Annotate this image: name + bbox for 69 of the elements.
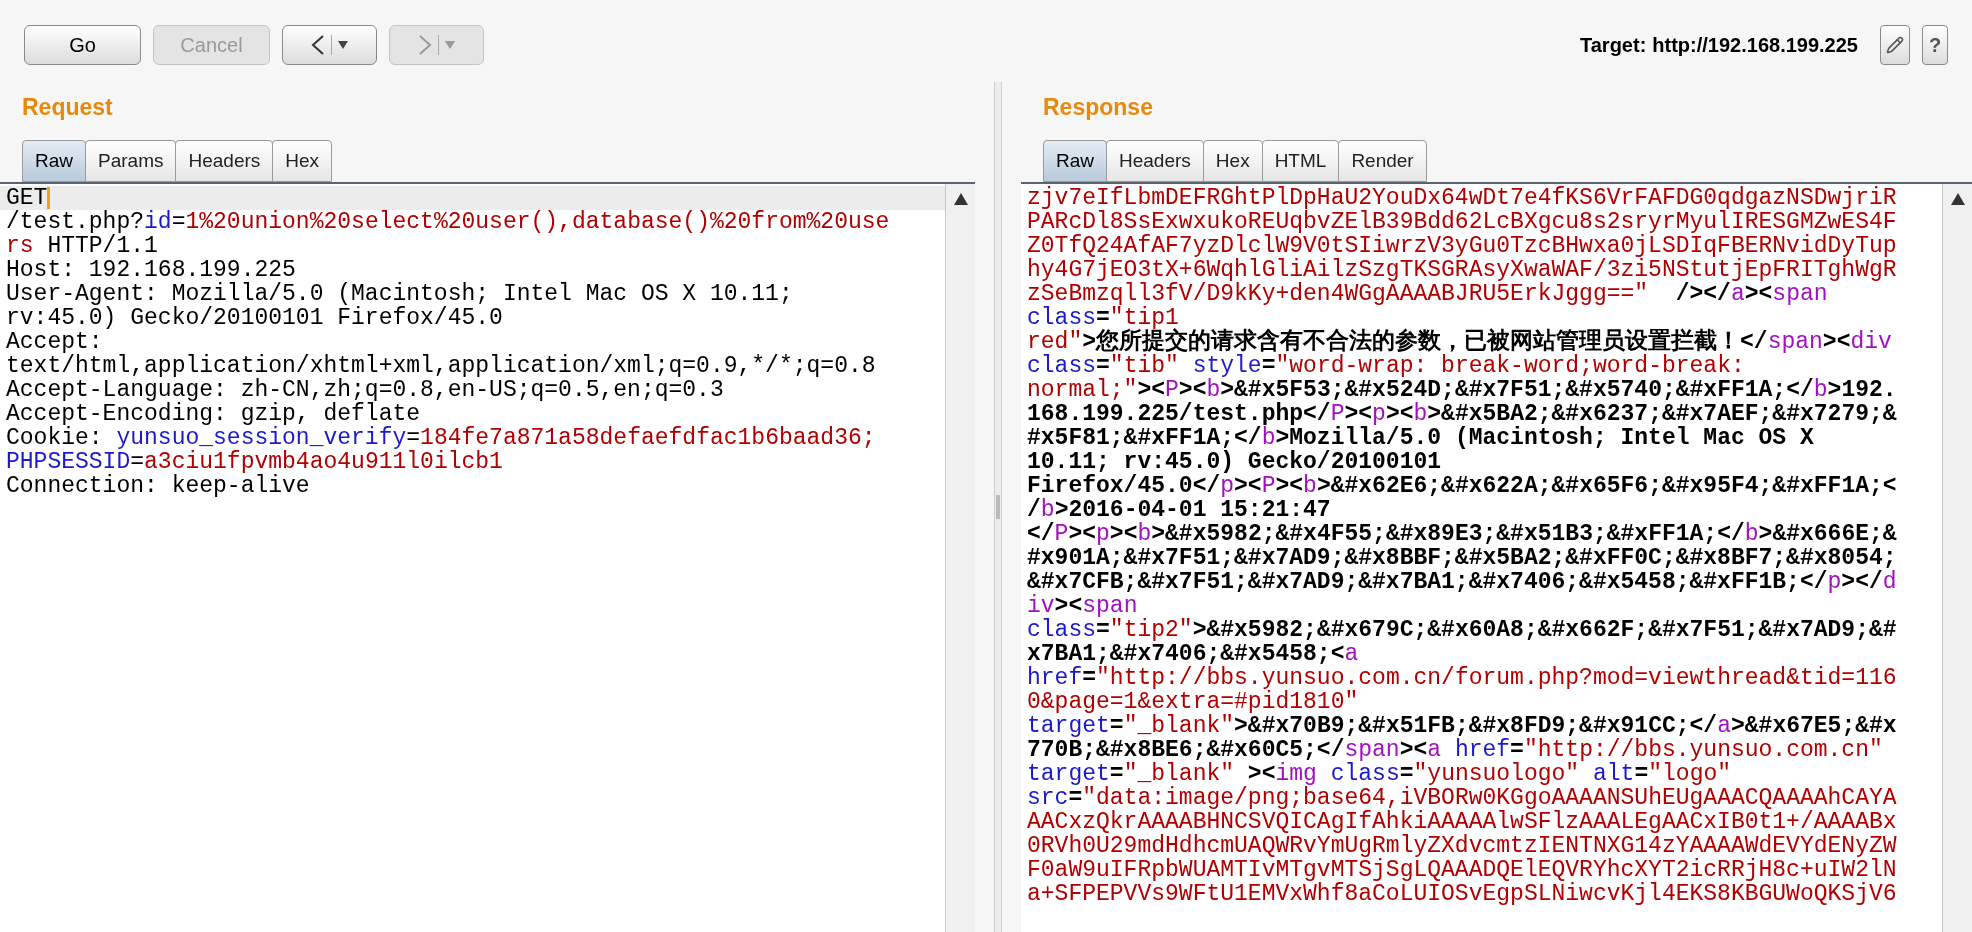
code-line: 10.11; rv:45.0) Gecko/20100101 <box>1026 450 1443 474</box>
code-line: #x901A;&#x7F51;&#x7AD9;&#x8BBF;&#x5BA2;&#xFF0C;&#x8BF7;&#x8054; <box>1026 546 1898 570</box>
code-line: normal;"><P><b>&#x5F53;&#x524D;&#x7F51;&#x5740;&#xFF1A;</b>192. <box>1026 378 1898 402</box>
code-line: x7BA1;&#x7406;&#x5458;<a <box>1026 642 1359 666</box>
code-line: rv:45.0) Gecko/20100101 Firefox/45.0 <box>5 306 504 330</box>
back-button[interactable] <box>282 25 377 65</box>
code-line: red">您所提交的请求含有不合法的参数，已被网站管理员设置拦截！</span><div <box>1026 330 1893 354</box>
view-tab[interactable]: Params <box>85 140 177 182</box>
code-line: hy4G7jEO3tX+6WqhlGliAilzSzgTKSGRAsyXwaWAF/3zi5NStutjEpFRITghWgR <box>1026 258 1898 282</box>
code-line: Z0TfQ24AfAF7yzDlclW9V0tSIiwrzV3yGu0TzcBHwxa0jLSDIqFBERNvidDyTup <box>1026 234 1898 258</box>
code-line: PARcDl8SsExwxukoREUqbvZElB39Bdd62LcBXgcu8s2sryrMyulIRESGMZwES4F <box>1026 210 1898 234</box>
code-line: src="data:image/png;base64,iVBORw0KGgoAAAANSUhEUgAAACQAAAAhCAYA <box>1026 786 1898 810</box>
code-line: class="tip2">&#x5982;&#x679C;&#x60A8;&#x662F;&#x7F51;&#x7AD9;&# <box>1026 618 1898 642</box>
scrollbar[interactable] <box>1942 184 1972 932</box>
code-line: Accept: <box>5 330 103 354</box>
text-cursor <box>47 186 51 209</box>
code-line: Firefox/45.0</p><P><b>&#x62E6;&#x622A;&#x65F6;&#x95F4;&#xFF1A;< <box>1026 474 1898 498</box>
view-tab[interactable]: Hex <box>1202 140 1263 182</box>
code-line: rs HTTP/1.1 <box>5 234 159 258</box>
code-line: /b>2016-04-01 15:21:47 <box>1026 498 1331 522</box>
help-button[interactable]: ? <box>1922 25 1948 65</box>
code-line: class="tib" style="word-wrap: break-word;word-break: <box>1026 354 1745 378</box>
code-line: 0&page=1&extra=#pid1810" <box>1026 690 1359 714</box>
caret-icon <box>338 41 348 49</box>
scroll-up-icon[interactable] <box>1949 192 1966 206</box>
caret-icon <box>445 41 455 49</box>
code-line: Host: 192.168.199.225 <box>5 258 296 282</box>
code-line: Accept-Language: zh-CN,zh;q=0.8,en-US;q=0.5,en;q=0.3 <box>5 378 724 402</box>
code-line: Accept-Encoding: gzip, deflate <box>5 402 421 426</box>
pane-title: Request <box>21 92 114 122</box>
view-tab[interactable]: Hex <box>272 140 333 182</box>
edit-target-button[interactable] <box>1880 25 1910 65</box>
code-line: &#x7CFB;&#x7F51;&#x7AD9;&#x7BA1;&#x7406;&#x5458;&#xFF1B;</p></d <box>1026 570 1898 594</box>
scroll-up-icon[interactable] <box>952 192 969 206</box>
code-line: PHPSESSID=a3ciu1fpvmb4ao4u911l0ilcb1 <box>5 450 504 474</box>
code-line: 0RVh0U29mdHdhcmUAQWRvYmUgRmlyZXdvcmtzIENTNXG14zYAAAAWdEVYdENyZW <box>1026 834 1898 858</box>
code-line: </P><p><b>&#x5982;&#x4F55;&#x89E3;&#x51B3;&#xFF1A;</b>&#x666E;& <box>1026 522 1898 546</box>
chevron-left-icon <box>311 34 325 56</box>
pencil-icon <box>1886 36 1904 54</box>
code-line: User-Agent: Mozilla/5.0 (Macintosh; Intel Mac OS X 10.11; <box>5 282 794 306</box>
code-line: 770B;&#x8BE6;&#x60C5;</span><a href="http://bbs.yunsuo.com.cn" <box>1026 738 1884 762</box>
code-line: zjv7eIfLbmDEFRGhtPlDpHaU2YouDx64wDt7e4fKS6VrFAFDG0qdgazNSDwjriR <box>1026 186 1898 210</box>
code-line: target="_blank" ><img class="yunsuologo" alt="logo" <box>1026 762 1732 786</box>
code-line: Connection: keep-alive <box>5 474 310 498</box>
code-line: target="_blank">&#x70B9;&#x51FB;&#x8FD9;&#x91CC;</a>&#x67E5;&#x <box>1026 714 1898 738</box>
code-line: F0aW9uIFRpbWUAMTIvMTgvMTSjSgLQAAADQElEQVRYhcXYT2icRRjH8c+uIW2lN <box>1026 858 1898 882</box>
chevron-right-icon <box>418 34 432 56</box>
scrollbar[interactable] <box>945 184 975 932</box>
code-line: a+SFPEPVVs9WFtU1EMVxWhf8aCoLUIOSvEgpSLNiwcvKjl4EKS8KBGUWoQKSjV6 <box>1026 882 1898 906</box>
code-line: text/html,application/xhtml+xml,application/xml;q=0.9,*/*;q=0.8 <box>5 354 877 378</box>
view-tab[interactable]: Headers <box>175 140 274 182</box>
code-line: Cookie: yunsuo_session_verify=184fe7a871a58defaefdfac1b6baad36; <box>5 426 877 450</box>
toolbar-button[interactable]: Go <box>24 25 141 65</box>
code-line: iv><span <box>1026 594 1138 618</box>
code-line: zSeBmzqll3fV/D9kKy+den4WGgAAAABJRU5ErkJggg==" /></a><span <box>1026 282 1828 306</box>
view-tab[interactable]: Headers <box>1106 140 1204 182</box>
pane-title: Response <box>1042 92 1154 122</box>
view-tab[interactable]: Raw <box>22 140 86 182</box>
code-line: /test.php?id=1%20union%20select%20user(),database()%20from%20use <box>5 210 891 234</box>
target-label: Target: <box>1580 33 1647 58</box>
view-tab[interactable]: Raw <box>1043 140 1107 182</box>
code-line: class="tip1 <box>1026 306 1179 330</box>
view-tab[interactable]: HTML <box>1261 140 1340 182</box>
code-line: AACxzQkrAAAABHNCSVQICAgIfAhkiAAAAAlwSFlzAAALEgAACxIB0t1+/AAAABx <box>1026 810 1898 834</box>
code-line: 168.199.225/test.php</P><p><b>&#x5BA2;&#x6237;&#x7AEF;&#x7279;& <box>1026 402 1898 426</box>
code-line: href="http://bbs.yunsuo.com.cn/forum.php?mod=viewthread&tid=116 <box>1026 666 1898 690</box>
target-url: http://192.168.199.225 <box>1652 33 1858 58</box>
view-tab[interactable]: Render <box>1338 140 1427 182</box>
code-line: #x5F81;&#xFF1A;</b>Mozilla/5.0 (Macintosh; Intel Mac OS X <box>1026 426 1815 450</box>
